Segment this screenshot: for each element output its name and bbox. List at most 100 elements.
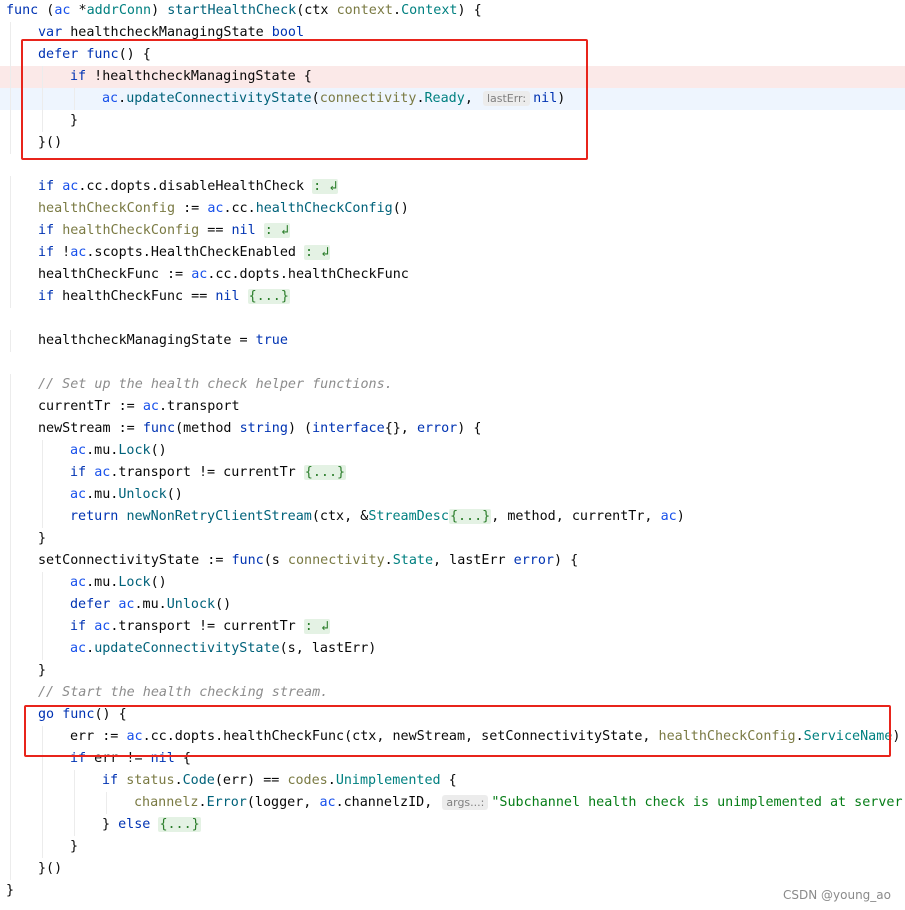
code-line[interactable]: }() <box>0 132 905 154</box>
indent-guide <box>10 572 11 594</box>
code-line[interactable]: ac.mu.Unlock() <box>0 484 905 506</box>
folded-region[interactable]: : ↲ <box>304 245 331 260</box>
code-line[interactable]: healthcheckManagingState = true <box>0 330 905 352</box>
code-token: ac <box>94 465 111 480</box>
code-text: currentTr := ac.transport <box>38 396 240 418</box>
parameter-hint: lastErr: <box>482 91 531 106</box>
code-line[interactable]: if err != nil { <box>0 748 905 770</box>
code-token: . <box>198 795 207 810</box>
code-line[interactable]: defer func() { <box>0 44 905 66</box>
code-token: .mu. <box>86 443 119 458</box>
code-line[interactable]: return newNonRetryClientStream(ctx, &Str… <box>0 506 905 528</box>
folded-region[interactable]: {...} <box>158 817 201 832</box>
code-token: currentTr := <box>38 399 143 414</box>
code-token: Unimplemented <box>335 773 441 788</box>
code-text: if ac.cc.dopts.disableHealthCheck : ↲ <box>38 176 339 198</box>
code-line[interactable]: }() <box>0 858 905 880</box>
code-token: nil <box>150 751 175 766</box>
code-token: . <box>416 91 425 106</box>
code-line[interactable]: } <box>0 660 905 682</box>
code-token: setConnectivityState := <box>38 553 232 568</box>
code-token: . <box>327 773 336 788</box>
code-line[interactable]: newStream := func(method string) (interf… <box>0 418 905 440</box>
indent-guide <box>74 792 75 814</box>
code-token: State <box>392 553 434 568</box>
code-line[interactable]: ac.mu.Lock() <box>0 440 905 462</box>
code-token: . <box>384 553 393 568</box>
code-line[interactable]: var healthcheckManagingState bool <box>0 22 905 44</box>
code-token: codes <box>287 773 328 788</box>
code-token: }() <box>38 135 63 150</box>
code-token: (err) == <box>214 773 288 788</box>
folded-region[interactable]: : ↲ <box>312 179 339 194</box>
code-line[interactable]: currentTr := ac.transport <box>0 396 905 418</box>
code-line[interactable]: ac.mu.Lock() <box>0 572 905 594</box>
code-line[interactable]: if ac.cc.dopts.disableHealthCheck : ↲ <box>0 176 905 198</box>
code-line[interactable] <box>0 154 905 176</box>
code-line[interactable] <box>0 308 905 330</box>
code-line[interactable]: if !ac.scopts.HealthCheckEnabled : ↲ <box>0 242 905 264</box>
code-text: defer func() { <box>38 44 151 66</box>
code-line[interactable]: func (ac *addrConn) startHealthCheck(ctx… <box>0 0 905 22</box>
code-token: if <box>38 245 55 260</box>
code-line[interactable]: // Set up the health check helper functi… <box>0 374 905 396</box>
code-token: { <box>174 751 191 766</box>
folded-region[interactable]: {...} <box>247 289 290 304</box>
code-line[interactable]: if ac.transport != currentTr {...} <box>0 462 905 484</box>
indent-guide <box>42 792 43 814</box>
code-token: .mu. <box>86 575 119 590</box>
code-line[interactable]: setConnectivityState := func(s connectiv… <box>0 550 905 572</box>
code-token: == <box>199 223 232 238</box>
folded-region[interactable]: {...} <box>303 465 347 480</box>
code-token: Unlock <box>166 597 216 612</box>
code-text: func (ac *addrConn) startHealthCheck(ctx… <box>6 0 482 22</box>
code-line[interactable]: err := ac.cc.dopts.healthCheckFunc(ctx, … <box>0 726 905 748</box>
code-line[interactable]: } <box>0 110 905 132</box>
code-line[interactable]: if healthCheckConfig == nil : ↲ <box>0 220 905 242</box>
folded-region[interactable]: {...} <box>448 509 492 524</box>
code-token: (s, lastErr) <box>279 641 377 656</box>
code-token: ) <box>892 729 901 744</box>
code-line[interactable]: healthCheckConfig := ac.cc.healthCheckCo… <box>0 198 905 220</box>
code-text: healthCheckConfig := ac.cc.healthCheckCo… <box>38 198 409 220</box>
code-line[interactable]: } <box>0 880 905 902</box>
code-line[interactable] <box>0 352 905 374</box>
folded-region[interactable]: : ↲ <box>263 223 290 238</box>
code-text: channelz.Error(logger, ac.channelzID, ar… <box>134 792 903 814</box>
code-token: Error <box>206 795 247 810</box>
code-line[interactable]: if status.Code(err) == codes.Unimplement… <box>0 770 905 792</box>
indent-guide <box>10 550 11 572</box>
indent-guide <box>10 286 11 308</box>
code-token: nil <box>231 223 256 238</box>
code-line[interactable]: } <box>0 528 905 550</box>
code-token: healthcheckManagingState <box>62 25 272 40</box>
code-token: .mu. <box>86 487 119 502</box>
code-token: if <box>38 179 55 194</box>
code-token: () <box>215 597 232 612</box>
code-line[interactable]: // Start the health checking stream. <box>0 682 905 704</box>
code-line[interactable]: } <box>0 836 905 858</box>
code-line[interactable]: ac.updateConnectivityState(s, lastErr) <box>0 638 905 660</box>
code-token: . <box>118 91 127 106</box>
code-line[interactable]: if ac.transport != currentTr : ↲ <box>0 616 905 638</box>
code-line[interactable]: if healthCheckFunc == nil {...} <box>0 286 905 308</box>
code-text: if healthCheckFunc == nil {...} <box>38 286 290 308</box>
folded-region[interactable]: : ↲ <box>303 619 330 634</box>
code-line[interactable]: defer ac.mu.Unlock() <box>0 594 905 616</box>
code-line[interactable]: ac.updateConnectivityState(connectivity.… <box>0 88 905 110</box>
code-line[interactable]: if !healthcheckManagingState { <box>0 66 905 88</box>
code-token: ) <box>676 509 685 524</box>
code-line[interactable]: go func() { <box>0 704 905 726</box>
code-text: newStream := func(method string) (interf… <box>38 418 481 440</box>
code-line[interactable]: } else {...} <box>0 814 905 836</box>
code-token: * <box>70 3 87 18</box>
code-line[interactable]: healthCheckFunc := ac.cc.dopts.healthChe… <box>0 264 905 286</box>
code-line[interactable]: channelz.Error(logger, ac.channelzID, ar… <box>0 792 905 814</box>
code-token: func <box>231 553 264 568</box>
code-token: (logger, <box>246 795 320 810</box>
code-token: . <box>86 641 95 656</box>
code-token: ac <box>70 443 87 458</box>
code-token: Unlock <box>118 487 167 502</box>
indent-guide <box>42 616 43 638</box>
code-token: var <box>38 25 63 40</box>
